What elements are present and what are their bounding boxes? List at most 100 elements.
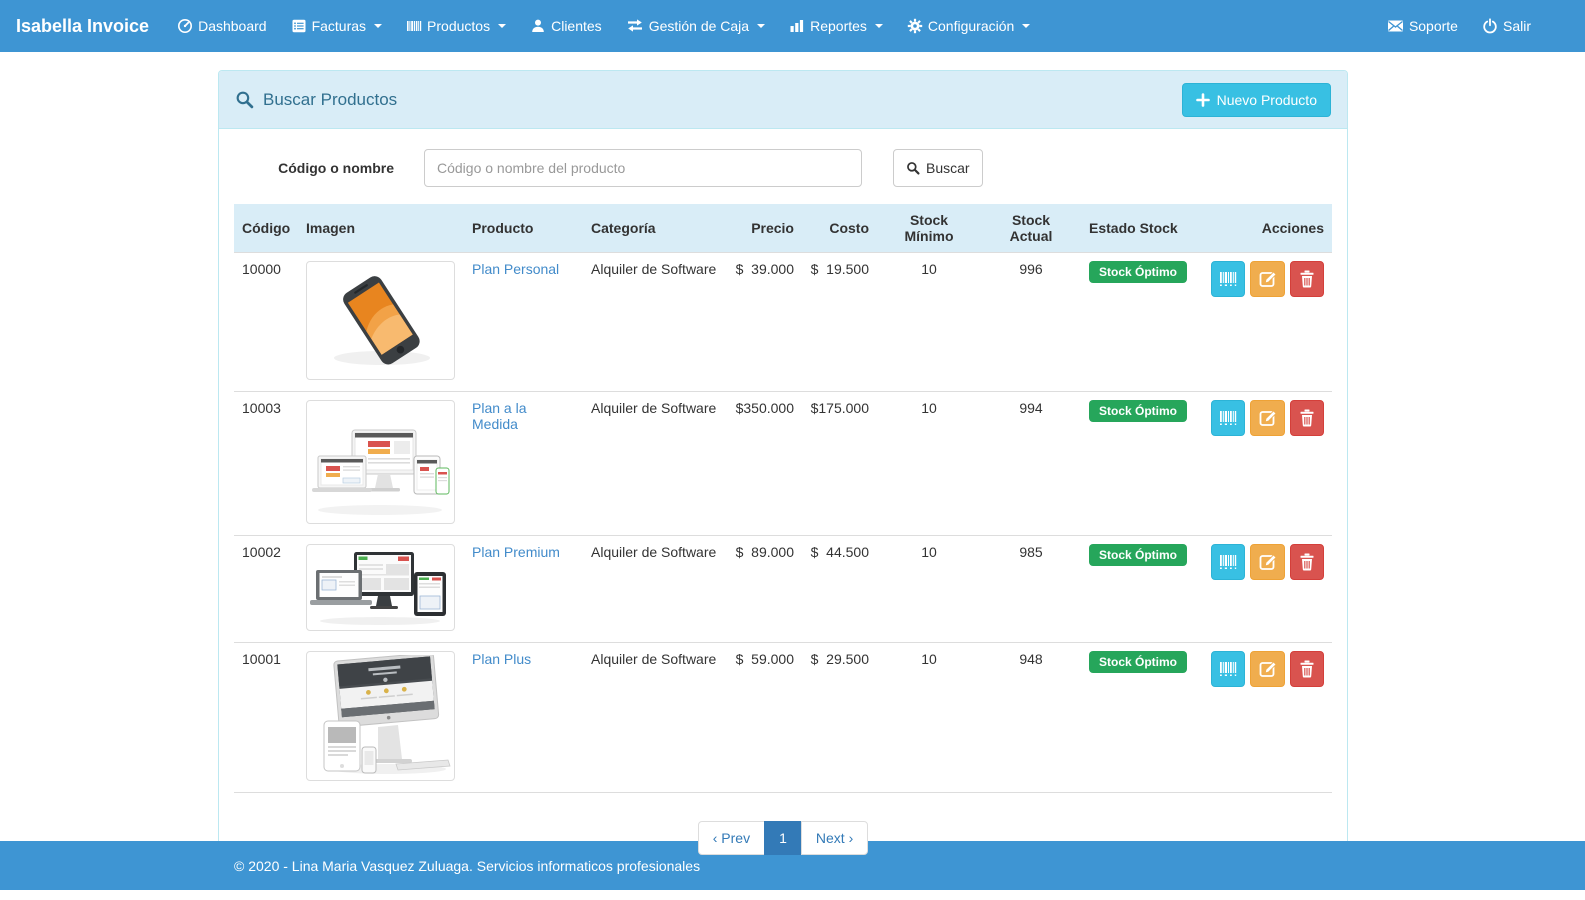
delete-product-button[interactable]: [1290, 400, 1324, 436]
stock-status-badge: Stock Óptimo: [1089, 651, 1187, 673]
row-actions: [1211, 261, 1324, 297]
edit-product-button[interactable]: [1250, 651, 1284, 687]
product-code: 10002: [234, 536, 298, 643]
product-stock-actual: 948: [981, 643, 1081, 793]
product-category: Alquiler de Software: [583, 253, 726, 392]
product-image-responsive-devices: [306, 400, 455, 524]
search-button[interactable]: Buscar: [893, 149, 983, 187]
product-name-link[interactable]: Plan Personal: [472, 261, 559, 277]
nav-item-facturas[interactable]: Facturas: [279, 0, 394, 52]
invoices-icon: [291, 18, 307, 34]
navbar-menu-right: SoporteSalir: [1375, 0, 1569, 52]
product-name-link[interactable]: Plan Premium: [472, 544, 560, 560]
brand-logo[interactable]: Isabella Invoice: [16, 16, 149, 37]
trash-icon: [1298, 659, 1316, 679]
barcode-icon: [1218, 552, 1238, 572]
pagination: ‹ Prev 1 Next ›: [698, 821, 868, 855]
nav-item-clientes[interactable]: Clientes: [518, 0, 614, 52]
nav-item-salir[interactable]: Salir: [1470, 0, 1543, 52]
product-code: 10003: [234, 392, 298, 536]
plus-icon: [1196, 93, 1210, 107]
product-stock-min: 10: [877, 643, 981, 793]
nav-item-reportes[interactable]: Reportes: [777, 0, 895, 52]
edit-pencil-icon: [1258, 552, 1278, 572]
new-product-button[interactable]: Nuevo Producto: [1182, 83, 1331, 117]
nav-item-soporte[interactable]: Soporte: [1375, 0, 1470, 52]
table-header-row: CódigoImagenProductoCategoríaPrecioCosto…: [234, 204, 1332, 253]
nav-item-dashboard[interactable]: Dashboard: [165, 0, 279, 52]
product-category: Alquiler de Software: [583, 392, 726, 536]
product-stock-actual: 994: [981, 392, 1081, 536]
chevron-down-icon: [1022, 24, 1030, 28]
search-form: Código o nombre Buscar: [234, 149, 1332, 187]
trash-icon: [1298, 552, 1316, 572]
nav-item-label: Gestión de Caja: [649, 18, 749, 34]
edit-product-button[interactable]: [1250, 544, 1284, 580]
column-header-costo: Costo: [802, 204, 877, 253]
view-barcode-button[interactable]: [1211, 261, 1245, 297]
delete-product-button[interactable]: [1290, 261, 1324, 297]
nav-item-label: Facturas: [312, 18, 366, 34]
column-header-codigo: Código: [234, 204, 298, 253]
column-header-estado-stock: Estado Stock: [1081, 204, 1203, 253]
panel-heading: Buscar Productos Nuevo Producto: [219, 71, 1347, 129]
search-input[interactable]: [424, 149, 862, 187]
product-price: $350.000: [726, 392, 802, 536]
search-products-panel: Buscar Productos Nuevo Producto Código o…: [218, 70, 1348, 871]
main-content: Buscar Productos Nuevo Producto Código o…: [0, 52, 1585, 841]
nav-item-productos[interactable]: Productos: [394, 0, 518, 52]
stock-status-badge: Stock Óptimo: [1089, 261, 1187, 283]
product-category: Alquiler de Software: [583, 643, 726, 793]
column-header-stock-minimo: Stock Mínimo: [877, 204, 981, 253]
edit-product-button[interactable]: [1250, 400, 1284, 436]
barcode-icon: [1218, 659, 1238, 679]
nav-item-configuracion[interactable]: Configuración: [895, 0, 1042, 52]
product-category: Alquiler de Software: [583, 536, 726, 643]
product-image-smartphone-orange: [306, 261, 455, 380]
product-stock-min: 10: [877, 392, 981, 536]
column-header-categoria: Categoría: [583, 204, 726, 253]
product-row-10003: 10003 Plan a la Medida Alquiler de Softwar…: [234, 392, 1332, 536]
nav-item-label: Reportes: [810, 18, 867, 34]
pagination-next-button[interactable]: Next ›: [801, 821, 868, 855]
barcode-icon: [1218, 408, 1238, 428]
search-icon: [906, 161, 920, 175]
products-table: CódigoImagenProductoCategoríaPrecioCosto…: [234, 204, 1332, 793]
gear-icon: [907, 18, 923, 34]
product-image-imac-desktop: [306, 651, 455, 781]
barcode-icon: [1218, 269, 1238, 289]
product-name-link[interactable]: Plan Plus: [472, 651, 531, 667]
nav-item-label: Dashboard: [198, 18, 267, 34]
column-header-stock-actual: Stock Actual: [981, 204, 1081, 253]
product-stock-actual: 985: [981, 536, 1081, 643]
row-actions: [1211, 400, 1324, 436]
view-barcode-button[interactable]: [1211, 651, 1245, 687]
nav-item-label: Configuración: [928, 18, 1014, 34]
chevron-down-icon: [757, 24, 765, 28]
product-code: 10000: [234, 253, 298, 392]
navbar-menu: Dashboard Facturas ProductosClientes Gestió…: [165, 0, 1042, 52]
column-header-precio: Precio: [726, 204, 802, 253]
product-name-link[interactable]: Plan a la Medida: [472, 400, 526, 432]
panel-title: Buscar Productos: [263, 90, 397, 110]
edit-pencil-icon: [1258, 408, 1278, 428]
product-price: $ 39.000: [726, 253, 802, 392]
pagination-page-1[interactable]: 1: [764, 821, 802, 855]
view-barcode-button[interactable]: [1211, 400, 1245, 436]
transfer-icon: [626, 18, 644, 34]
view-barcode-button[interactable]: [1211, 544, 1245, 580]
product-price: $ 59.000: [726, 643, 802, 793]
products-table-body: 10000Plan PersonalAlquiler de Software$ …: [234, 253, 1332, 793]
search-icon: [235, 90, 254, 109]
delete-product-button[interactable]: [1290, 544, 1324, 580]
envelope-icon: [1387, 19, 1404, 33]
user-icon: [530, 18, 546, 34]
chevron-down-icon: [875, 24, 883, 28]
edit-product-button[interactable]: [1250, 261, 1284, 297]
product-cost: $175.000: [802, 392, 877, 536]
product-image-dashboard-devices: [306, 544, 455, 631]
pagination-prev-button[interactable]: ‹ Prev: [698, 821, 765, 855]
delete-product-button[interactable]: [1290, 651, 1324, 687]
column-header-imagen: Imagen: [298, 204, 464, 253]
nav-item-gestion-de-caja[interactable]: Gestión de Caja: [614, 0, 777, 52]
